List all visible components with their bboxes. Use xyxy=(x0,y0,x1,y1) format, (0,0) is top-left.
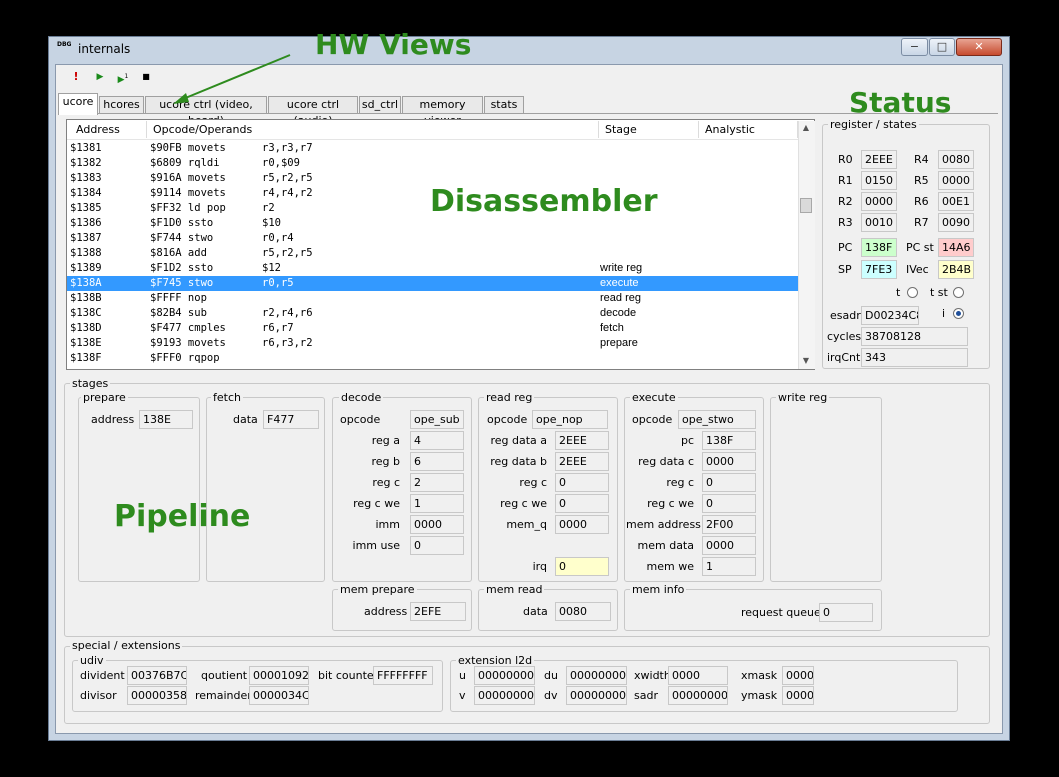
disassembler-annotation: Disassembler xyxy=(430,184,658,219)
hw-views-annotation: HW Views xyxy=(315,28,472,61)
status-annotation: Status xyxy=(849,86,952,119)
pipeline-annotation: Pipeline xyxy=(114,499,251,534)
tab-ucore[interactable]: ucore xyxy=(58,93,98,115)
